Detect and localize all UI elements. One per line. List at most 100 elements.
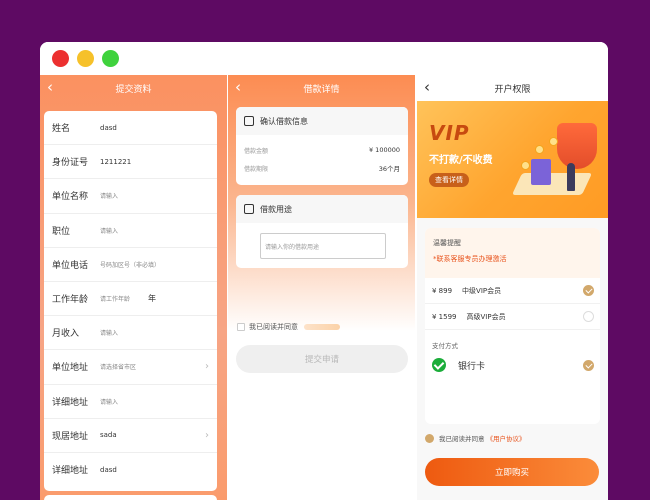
notice-text: *联系客服专员办理激活 <box>433 255 507 263</box>
monthly-income-input[interactable]: 请输入 <box>100 328 118 337</box>
company-name-input[interactable]: 请输入 <box>100 191 118 200</box>
id-number-input[interactable]: 1211221 <box>100 158 131 166</box>
plan-price: ¥ 899 <box>432 286 453 295</box>
payment-radio-selected[interactable] <box>583 359 594 371</box>
position-input[interactable]: 请输入 <box>100 226 118 235</box>
work-years-input[interactable]: 请工作年龄 <box>100 294 130 303</box>
vip-banner: VIP 不打款/不收费 查看详情 <box>417 101 608 218</box>
plan-option-intermediate[interactable]: ¥ 899 中级VIP会员 <box>425 278 600 304</box>
plan-name: 中级VIP会员 <box>462 286 502 295</box>
term-value: 36个月 <box>378 165 400 173</box>
platform-illustration <box>511 173 593 195</box>
coin-icon <box>549 137 558 146</box>
card-header: 借款用途 <box>236 195 408 223</box>
user-agreement-link[interactable]: 《用户协议》 <box>487 433 526 443</box>
field-label: 详细地址 <box>52 397 89 408</box>
loan-purpose-card: 借款用途 请输入你的借款用途 <box>236 195 408 268</box>
field-label: 单位名称 <box>52 192 89 203</box>
agreement-link-placeholder[interactable] <box>304 324 340 330</box>
document-icon <box>244 204 254 214</box>
banner-slogan: 不打款/不收费 <box>429 155 493 166</box>
agree-check-icon[interactable] <box>425 433 434 443</box>
maximize-window-button[interactable] <box>102 50 119 67</box>
card-header: 确认借款信息 <box>236 107 408 135</box>
back-arrow-icon[interactable]: ‹ <box>235 78 241 96</box>
form-row-company-name[interactable]: 单位名称 请输入 <box>44 179 217 214</box>
form-row-monthly-income[interactable]: 月收入 请输入 <box>44 316 217 351</box>
back-arrow-icon[interactable]: ‹ <box>47 78 53 96</box>
screen-loan-detail: ‹ 借款详情 确认借款信息 借款金额 ¥ 100000 借款期限 36个月 借款… <box>228 75 415 500</box>
field-label: 单位电话 <box>52 260 89 271</box>
close-window-button[interactable] <box>52 50 69 67</box>
info-form: 姓名 dasd 身份证号 1211221 单位名称 请输入 职位 请输入 单位电… <box>44 111 217 491</box>
coin-icon <box>521 161 530 170</box>
form-row-company-address[interactable]: 单位地址 请选择省市区 › <box>44 350 217 385</box>
purpose-input[interactable]: 请输入你的借款用途 <box>260 233 386 259</box>
chevron-right-icon: › <box>205 361 209 373</box>
field-label: 工作年龄 <box>52 295 89 306</box>
agreement-row[interactable]: 我已阅读并同意 《用户协议》 <box>425 433 526 443</box>
term-row: 借款期限 36个月 <box>236 159 408 177</box>
field-label: 姓名 <box>52 124 71 135</box>
payment-option-bank-card[interactable]: 银行卡 <box>425 354 600 376</box>
page-title: 开户权限 <box>494 84 531 95</box>
banner-vip-text: VIP <box>429 121 470 145</box>
notice-title: 温馨提醒 <box>433 239 461 247</box>
minimize-window-button[interactable] <box>77 50 94 67</box>
field-label: 单位地址 <box>52 363 89 374</box>
amount-label: 借款金额 <box>244 147 269 155</box>
plan-option-advanced[interactable]: ¥ 1599 高级VIP会员 <box>425 304 600 330</box>
view-details-button[interactable]: 查看详情 <box>429 173 469 187</box>
current-address-select[interactable]: sada <box>100 431 117 439</box>
company-address-select[interactable]: 请选择省市区 <box>100 362 136 371</box>
form-row-detail-address[interactable]: 详细地址 请输入 <box>44 385 217 419</box>
loan-info-card: 确认借款信息 借款金额 ¥ 100000 借款期限 36个月 <box>236 107 408 185</box>
company-phone-input[interactable]: 号码加区号（非必填） <box>100 260 160 269</box>
shield-icon <box>557 123 597 169</box>
submit-application-button[interactable]: 提交申请 <box>236 345 408 373</box>
back-arrow-icon[interactable]: ‹ <box>424 78 430 96</box>
unit-label: 年 <box>148 294 157 304</box>
buy-now-button[interactable]: 立即购买 <box>425 458 599 486</box>
card-title: 借款用途 <box>260 204 292 214</box>
field-label: 详细地址 <box>52 466 89 477</box>
current-detail-address-input[interactable]: dasd <box>100 466 117 474</box>
plan-radio[interactable] <box>583 311 594 322</box>
amount-value: ¥ 100000 <box>368 146 400 154</box>
plan-name: 高级VIP会员 <box>466 312 506 321</box>
plan-radio-selected[interactable] <box>583 285 594 296</box>
form-row-company-phone[interactable]: 单位电话 号码加区号（非必填） <box>44 248 217 282</box>
field-label: 现居地址 <box>52 431 89 442</box>
name-input[interactable]: dasd <box>100 124 117 132</box>
field-label: 职位 <box>52 226 71 237</box>
form-row-current-detail-address[interactable]: 详细地址 dasd <box>44 453 217 487</box>
payment-method-label: 支付方式 <box>432 342 458 350</box>
field-label: 身份证号 <box>52 158 89 169</box>
nav-bar: ‹ 提交资料 <box>40 75 227 101</box>
nav-bar: ‹ 开户权限 <box>417 75 608 101</box>
form-row-position[interactable]: 职位 请输入 <box>44 214 217 248</box>
form-row-name[interactable]: 姓名 dasd <box>44 111 217 146</box>
agree-text: 我已阅读并同意 <box>249 323 298 331</box>
form-row-current-address[interactable]: 现居地址 sada › <box>44 419 217 453</box>
next-card <box>44 495 217 500</box>
payment-method-name: 银行卡 <box>458 361 486 372</box>
chevron-right-icon: › <box>205 429 209 441</box>
form-row-id-number[interactable]: 身份证号 1211221 <box>44 145 217 180</box>
nav-bar: ‹ 借款详情 <box>228 75 415 101</box>
page-title: 借款详情 <box>303 84 340 95</box>
amount-row: 借款金额 ¥ 100000 <box>236 141 408 159</box>
agree-checkbox[interactable] <box>237 323 245 331</box>
person-illustration <box>567 163 575 191</box>
agreement-row[interactable]: 我已阅读并同意 <box>237 322 340 332</box>
screen-submit-info: ‹ 提交资料 姓名 dasd 身份证号 1211221 单位名称 请输入 职位 … <box>40 75 227 500</box>
card-title: 确认借款信息 <box>260 116 308 126</box>
window-titlebar <box>40 42 608 75</box>
green-check-icon <box>432 358 446 372</box>
plan-price: ¥ 1599 <box>432 312 457 321</box>
field-label: 月收入 <box>52 329 80 340</box>
gift-box-icon <box>531 159 551 185</box>
screen-account-permission: ‹ 开户权限 VIP 不打款/不收费 查看详情 温馨提醒 *联系客服专员办理激活… <box>417 75 608 500</box>
detail-address-input[interactable]: 请输入 <box>100 397 118 406</box>
form-row-work-years[interactable]: 工作年龄 请工作年龄 年 <box>44 282 217 317</box>
